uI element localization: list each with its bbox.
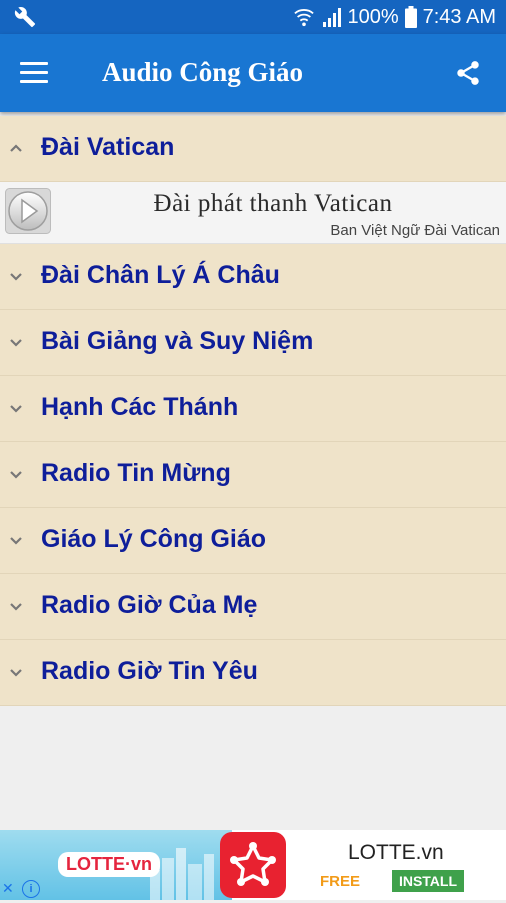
app-title: Audio Công Giáo <box>102 57 304 87</box>
category-label: Đài Chân Lý Á Châu <box>41 261 280 289</box>
category-item-radio-gio-tin-yeu[interactable]: Radio Giờ Tin Yêu <box>0 640 506 706</box>
clock: 7:43 AM <box>422 5 496 28</box>
status-bar: 100% 7:43 AM <box>0 0 506 34</box>
category-item-giao-ly[interactable]: Giáo Lý Công Giáo <box>0 508 506 574</box>
star-network-icon <box>230 842 276 886</box>
ad-info-icon[interactable]: i <box>22 880 40 898</box>
close-ad-icon[interactable]: ✕ <box>2 880 20 898</box>
chevron-down-icon <box>10 537 22 545</box>
category-label: Đài Vatican <box>41 133 175 161</box>
chevron-down-icon <box>10 339 22 347</box>
battery-icon <box>404 6 417 28</box>
station-name: Đài phát thanh Vatican <box>153 190 393 217</box>
category-label: Hạnh Các Thánh <box>41 393 239 421</box>
category-item-bai-giang[interactable]: Bài Giảng và Suy Niệm <box>0 310 506 376</box>
chevron-up-icon <box>10 144 22 152</box>
category-list: Đài Vatican Đài phát thanh Vatican Ban V… <box>0 116 506 706</box>
app-bar: Audio Công Giáo <box>0 34 506 112</box>
wrench-icon <box>14 7 36 28</box>
chevron-down-icon <box>10 273 22 281</box>
ad-price: FREE <box>320 873 361 890</box>
category-item-radio-gio-cua-me[interactable]: Radio Giờ Của Mẹ <box>0 574 506 640</box>
station-item-vatican[interactable]: Đài phát thanh Vatican Ban Việt Ngữ Đài … <box>0 182 506 244</box>
chevron-down-icon <box>10 669 22 677</box>
ad-banner[interactable]: LOTTE·vn ✕ i LOTTE.vn FREE INSTALL <box>0 830 506 900</box>
category-label: Bài Giảng và Suy Niệm <box>41 327 314 355</box>
city-skyline-icon <box>150 848 214 900</box>
ad-image[interactable]: LOTTE·vn ✕ i <box>0 830 232 900</box>
category-label: Radio Giờ Của Mẹ <box>41 591 258 619</box>
category-item-hanh-cac-thanh[interactable]: Hạnh Các Thánh <box>0 376 506 442</box>
ad-logo: LOTTE·vn <box>58 852 160 877</box>
battery-percent: 100% <box>347 5 399 28</box>
lotte-app-icon[interactable] <box>220 832 286 898</box>
ad-app-name: LOTTE.vn <box>348 841 444 864</box>
category-label: Radio Giờ Tin Yêu <box>41 657 258 685</box>
chevron-down-icon <box>10 603 22 611</box>
chevron-down-icon <box>10 471 22 479</box>
menu-icon[interactable] <box>20 62 48 84</box>
category-label: Giáo Lý Công Giáo <box>41 525 267 553</box>
category-item-radio-tin-mung[interactable]: Radio Tin Mừng <box>0 442 506 508</box>
category-item-dai-vatican[interactable]: Đài Vatican <box>0 116 506 182</box>
install-button[interactable]: INSTALL <box>392 870 464 892</box>
wifi-icon <box>294 9 315 27</box>
signal-icon <box>323 8 342 27</box>
category-item-dai-chan-ly-a-chau[interactable]: Đài Chân Lý Á Châu <box>0 244 506 310</box>
chevron-down-icon <box>10 405 22 413</box>
category-label: Radio Tin Mừng <box>41 459 231 487</box>
share-icon[interactable] <box>454 59 482 87</box>
station-subtitle: Ban Việt Ngữ Đài Vatican <box>330 222 500 239</box>
